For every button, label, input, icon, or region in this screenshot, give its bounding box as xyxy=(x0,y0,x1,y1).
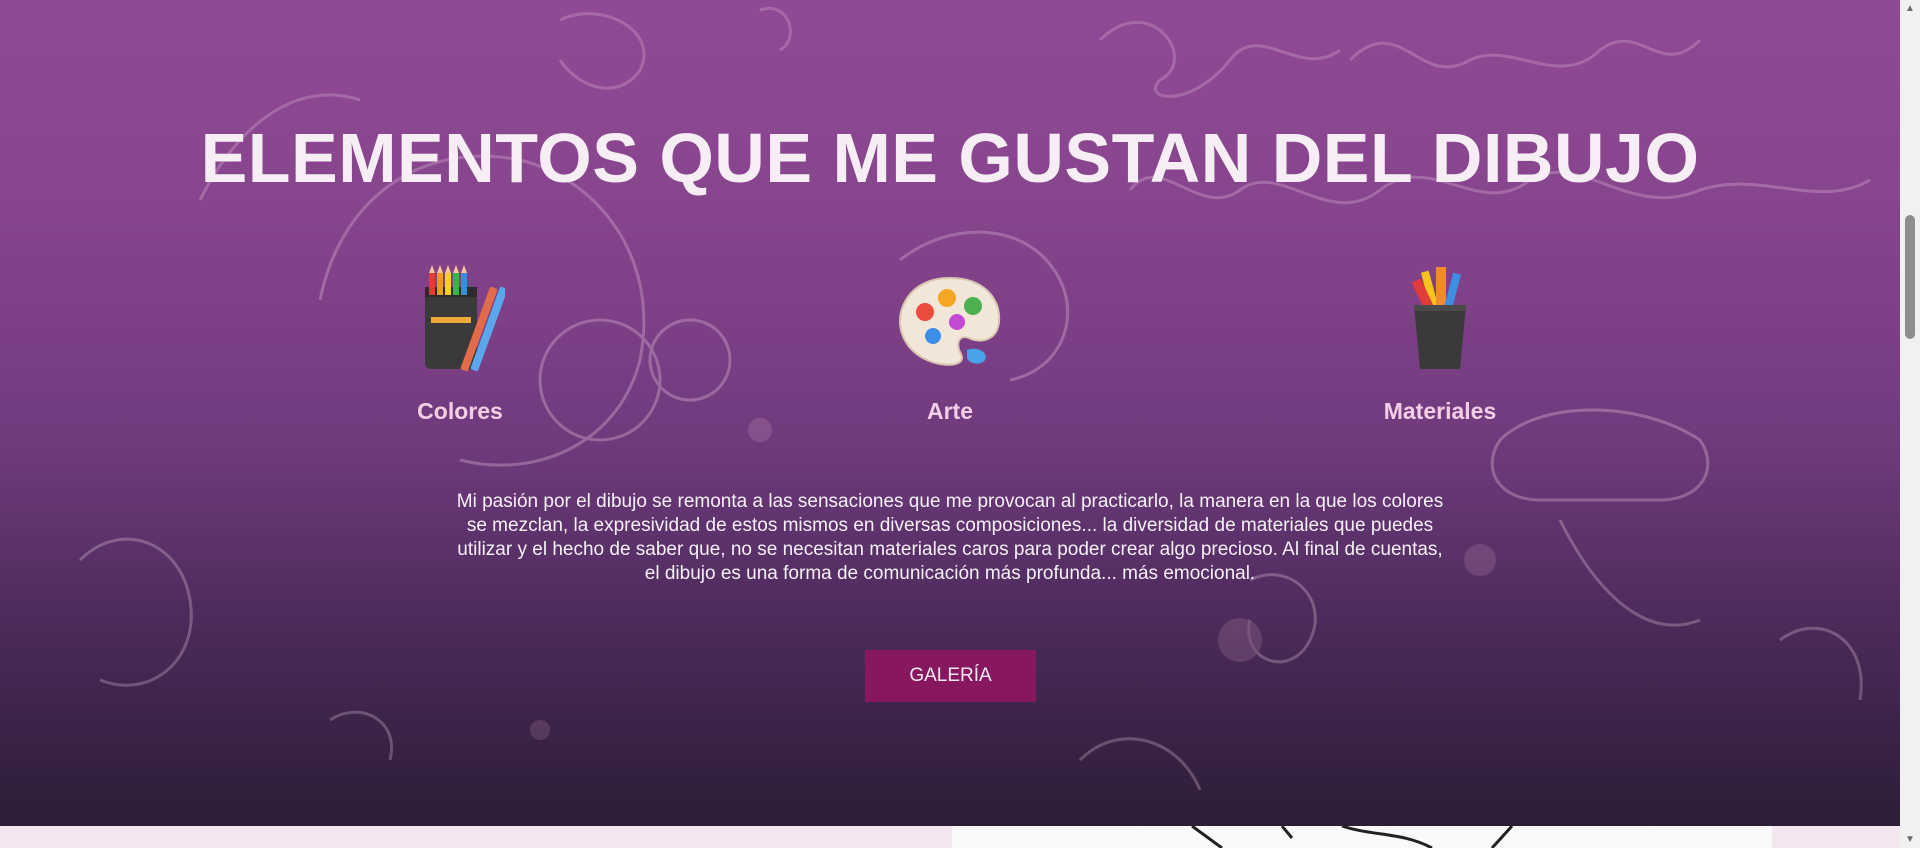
vertical-scrollbar[interactable]: ▲ ▼ xyxy=(1900,0,1920,848)
page: ELEMENTOS QUE ME GUSTAN DEL DIBUJO Color… xyxy=(0,0,1900,848)
section-title: ELEMENTOS QUE ME GUSTAN DEL DIBUJO xyxy=(200,119,1700,197)
art-supplies-cup-icon xyxy=(1330,260,1550,380)
hero-section: ELEMENTOS QUE ME GUSTAN DEL DIBUJO Color… xyxy=(0,0,1900,826)
scroll-down-arrow-icon[interactable]: ▼ xyxy=(1900,831,1920,848)
paint-palette-icon xyxy=(840,260,1060,380)
feature-colores: Colores xyxy=(350,260,570,425)
next-section-illustration xyxy=(952,826,1772,848)
feature-label: Colores xyxy=(417,398,503,424)
feature-label: Arte xyxy=(926,398,973,424)
colored-pencils-icon xyxy=(350,260,570,380)
description-text: Mi pasión por el dibujo se remonta a las… xyxy=(456,491,1444,584)
scrollbar-thumb[interactable] xyxy=(1905,215,1915,339)
feature-label: Materiales xyxy=(1383,398,1497,424)
gallery-button[interactable]: GALERÍA xyxy=(865,650,1036,702)
feature-arte: Arte xyxy=(840,260,1060,425)
feature-materiales: Materiales xyxy=(1330,260,1550,425)
scroll-up-arrow-icon[interactable]: ▲ xyxy=(1900,0,1920,17)
